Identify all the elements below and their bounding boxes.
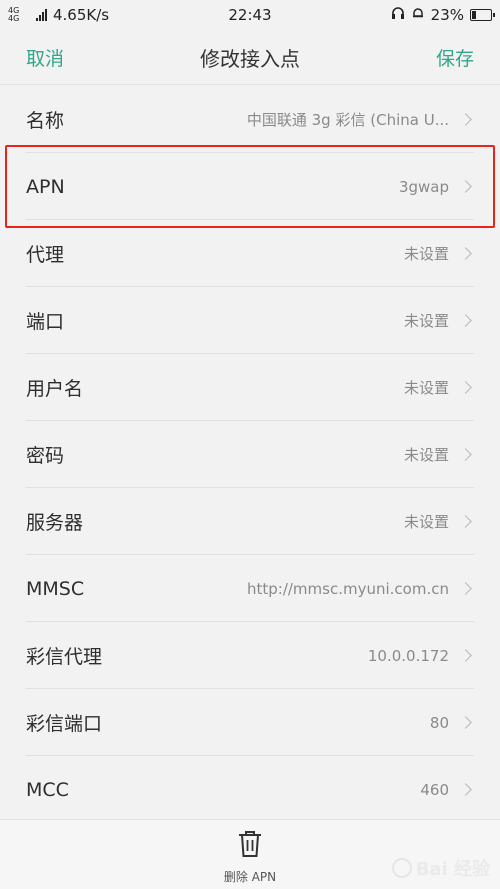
paw-logo-icon xyxy=(391,858,412,878)
field-value: 未设置 xyxy=(403,312,449,330)
apn-field-list: 名称 中国联通 3g 彩信 (China U... APN 3gwap 代理 未… xyxy=(0,86,500,823)
save-button[interactable]: 保存 xyxy=(436,44,474,71)
field-row-port[interactable]: 端口 未设置 xyxy=(0,287,500,354)
field-value: http://mmsc.myuni.com.cn xyxy=(246,579,449,598)
chevron-right-icon xyxy=(459,649,472,662)
field-row-apn[interactable]: APN 3gwap xyxy=(0,153,500,220)
field-row-name[interactable]: 名称 中国联通 3g 彩信 (China U... xyxy=(0,86,500,153)
field-label: 彩信端口 xyxy=(26,713,103,735)
chevron-right-icon xyxy=(459,113,472,126)
field-value: 未设置 xyxy=(403,245,449,263)
field-row-server[interactable]: 服务器 未设置 xyxy=(0,488,500,555)
field-value: 10.0.0.172 xyxy=(367,646,449,665)
alarm-icon xyxy=(411,6,425,24)
status-left: 4G 4G 4.65K/s xyxy=(8,6,188,24)
field-label: 服务器 xyxy=(26,512,84,534)
status-right: 23% xyxy=(312,6,495,24)
cancel-button[interactable]: 取消 xyxy=(26,44,64,71)
field-value: 3gwap xyxy=(398,177,449,196)
bottom-bar: 删除 APN Bai 经验 xyxy=(0,819,500,889)
network-speed: 4.65K/s xyxy=(53,6,110,24)
field-row-mcc[interactable]: MCC 460 xyxy=(0,756,500,823)
field-label: 彩信代理 xyxy=(26,646,103,668)
trash-icon xyxy=(237,830,263,862)
field-row-password[interactable]: 密码 未设置 xyxy=(0,421,500,488)
field-label: 端口 xyxy=(26,311,65,333)
battery-percent: 23% xyxy=(430,6,464,24)
chevron-right-icon xyxy=(459,180,472,193)
field-label: 名称 xyxy=(26,110,65,132)
field-value: 中国联通 3g 彩信 (China U... xyxy=(246,111,449,129)
field-label: 用户名 xyxy=(26,378,84,400)
status-bar: 4G 4G 4.65K/s 22:43 23% xyxy=(0,0,500,30)
headset-icon xyxy=(391,6,405,24)
field-row-username[interactable]: 用户名 未设置 xyxy=(0,354,500,421)
page-title: 修改接入点 xyxy=(200,46,300,71)
network-type: 4G 4G xyxy=(8,6,20,23)
field-label: APN xyxy=(26,175,65,198)
chevron-right-icon xyxy=(459,783,472,796)
field-value: 460 xyxy=(420,780,449,799)
chevron-right-icon xyxy=(459,716,472,729)
field-value: 未设置 xyxy=(403,446,449,464)
watermark-text: Bai 经验 xyxy=(415,859,490,880)
field-label: 密码 xyxy=(26,445,65,467)
chevron-right-icon xyxy=(459,515,472,528)
chevron-right-icon xyxy=(459,582,472,595)
field-label: MCC xyxy=(26,778,69,801)
field-value: 80 xyxy=(429,713,449,732)
field-row-mms-proxy[interactable]: 彩信代理 10.0.0.172 xyxy=(0,622,500,689)
delete-apn-button[interactable]: 删除 APN xyxy=(200,830,300,886)
delete-apn-label: 删除 APN xyxy=(223,870,277,884)
clock: 22:43 xyxy=(228,6,272,24)
field-value: 未设置 xyxy=(403,513,449,531)
chevron-right-icon xyxy=(459,314,472,327)
signal-icon xyxy=(36,9,47,21)
app-header: 取消 修改接入点 保存 xyxy=(0,30,500,85)
chevron-right-icon xyxy=(459,381,472,394)
chevron-right-icon xyxy=(459,247,472,260)
field-label: MMSC xyxy=(26,577,85,600)
field-label: 代理 xyxy=(26,244,65,266)
watermark: Bai 经验 xyxy=(391,855,490,881)
battery-icon xyxy=(470,9,495,21)
field-row-mms-port[interactable]: 彩信端口 80 xyxy=(0,689,500,756)
field-value: 未设置 xyxy=(403,379,449,397)
chevron-right-icon xyxy=(459,448,472,461)
field-row-mmsc[interactable]: MMSC http://mmsc.myuni.com.cn xyxy=(0,555,500,622)
field-row-proxy[interactable]: 代理 未设置 xyxy=(0,220,500,287)
